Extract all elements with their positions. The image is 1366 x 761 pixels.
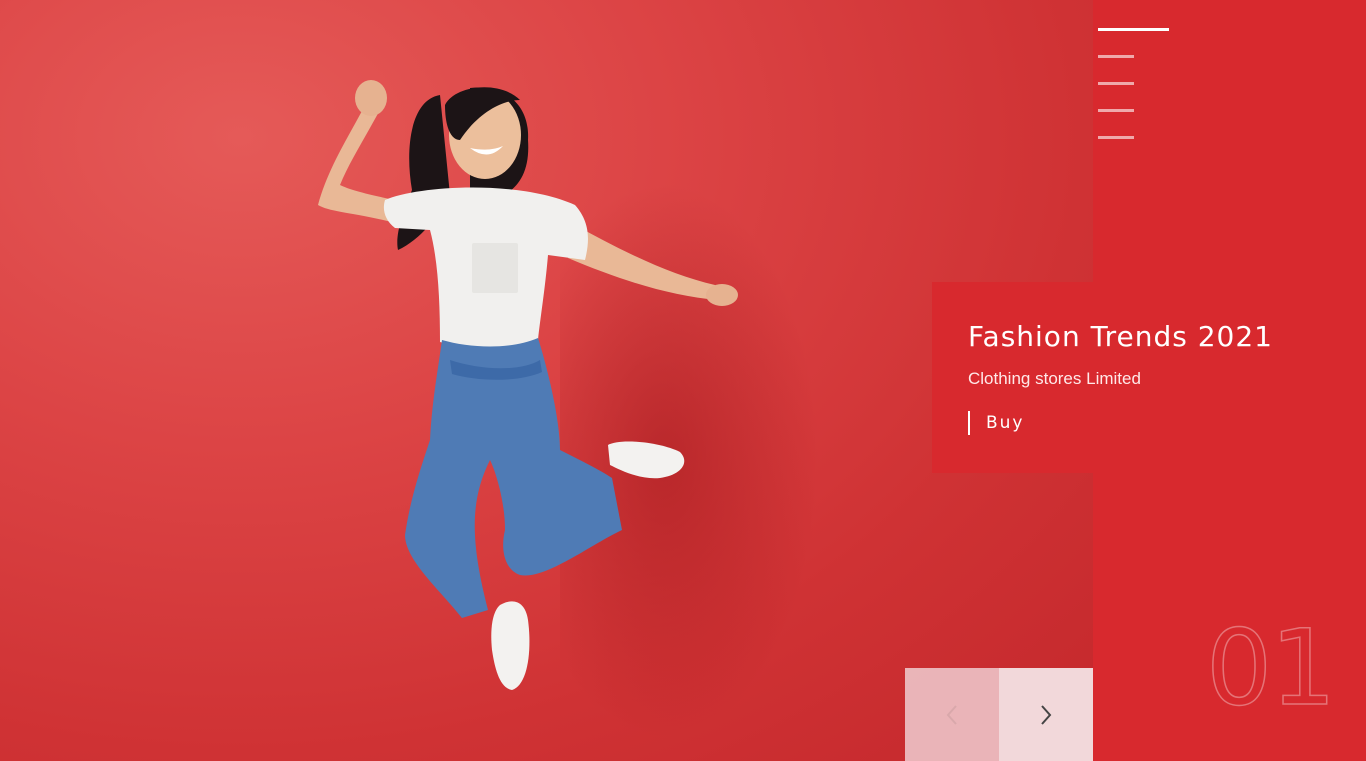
slide-indicator-1[interactable] bbox=[1098, 28, 1169, 31]
prev-slide-button[interactable] bbox=[905, 668, 999, 761]
slide-number: 01 bbox=[1205, 607, 1337, 729]
slide-subtitle: Clothing stores Limited bbox=[968, 369, 1141, 388]
slide-indicator-4[interactable] bbox=[1098, 109, 1134, 112]
slide-indicators bbox=[1098, 28, 1169, 163]
next-slide-button[interactable] bbox=[999, 668, 1093, 761]
slide-indicator-3[interactable] bbox=[1098, 82, 1134, 85]
chevron-left-icon bbox=[946, 704, 957, 725]
slide-caption: Fashion Trends 2021 Clothing stores Limi… bbox=[932, 282, 1366, 473]
chevron-right-icon bbox=[1041, 704, 1052, 725]
jumping-woman-illustration bbox=[318, 80, 738, 690]
slide-indicator-5[interactable] bbox=[1098, 136, 1134, 139]
hero-image bbox=[0, 0, 1093, 761]
slide-indicator-2[interactable] bbox=[1098, 55, 1134, 58]
buy-button[interactable]: Buy bbox=[968, 411, 1025, 435]
slide-title: Fashion Trends 2021 bbox=[968, 320, 1273, 353]
